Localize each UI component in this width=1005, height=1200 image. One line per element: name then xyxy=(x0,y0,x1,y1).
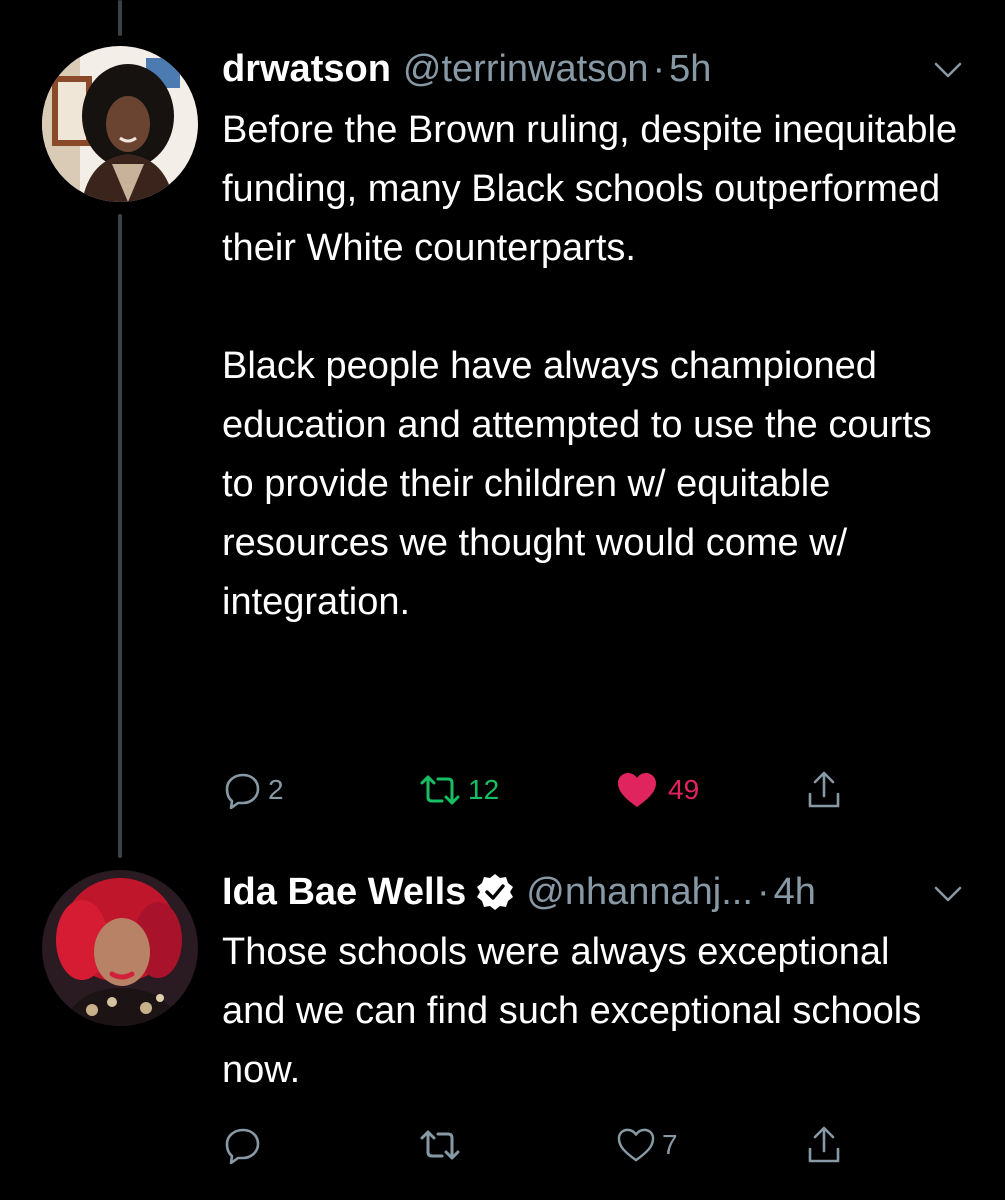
author-handle[interactable]: @terrinwatson xyxy=(403,46,649,92)
separator-dot: · xyxy=(652,48,666,90)
reply-button[interactable] xyxy=(224,1120,268,1170)
tweet-paragraph: Those schools were always exceptional an… xyxy=(222,931,922,1091)
verified-badge-icon xyxy=(477,874,514,910)
author-name[interactable]: drwatson xyxy=(222,46,391,92)
like-icon xyxy=(618,773,656,807)
tweet-paragraph: Black people have always championed educ… xyxy=(222,345,932,623)
separator-dot: · xyxy=(756,871,770,913)
avatar[interactable] xyxy=(42,870,198,1026)
tweet-header: Ida Bae Wells @nhannahj... · 4h xyxy=(222,869,816,915)
reply-button[interactable]: 2 xyxy=(224,765,284,815)
like-button[interactable]: 7 xyxy=(616,1120,678,1170)
caret-down-icon[interactable] xyxy=(933,60,963,80)
reply-icon xyxy=(225,773,260,809)
retweet-button[interactable]: 12 xyxy=(418,765,499,815)
reply-count: 2 xyxy=(268,774,284,805)
retweet-icon xyxy=(420,1130,460,1160)
author-name[interactable]: Ida Bae Wells xyxy=(222,869,466,915)
tweet-actions: 2 12 49 xyxy=(222,765,922,815)
tweet-header: drwatson @terrinwatson · 5h xyxy=(222,46,711,92)
share-icon xyxy=(808,1126,840,1163)
author-handle[interactable]: @nhannahj... xyxy=(526,869,753,915)
caret-down-icon[interactable] xyxy=(933,884,963,904)
share-button[interactable] xyxy=(806,1120,842,1170)
tweet-actions: 7 xyxy=(222,1120,922,1170)
thread-line-connector xyxy=(118,214,122,858)
tweet-text: Before the Brown ruling, despite inequit… xyxy=(222,101,962,632)
tweet-paragraph: Before the Brown ruling, despite inequit… xyxy=(222,109,958,269)
like-count: 49 xyxy=(668,774,700,805)
like-button[interactable]: 49 xyxy=(616,765,699,815)
like-count: 7 xyxy=(662,1129,678,1160)
timestamp[interactable]: 4h xyxy=(774,869,816,915)
reply-icon xyxy=(225,1128,260,1164)
like-icon xyxy=(617,1128,655,1162)
share-button[interactable] xyxy=(806,765,842,815)
retweet-icon xyxy=(420,775,460,805)
share-icon xyxy=(808,771,840,808)
avatar[interactable] xyxy=(42,46,198,202)
tweet-text: Those schools were always exceptional an… xyxy=(222,923,962,1100)
retweet-button[interactable] xyxy=(418,1120,468,1170)
retweet-count: 12 xyxy=(468,774,500,805)
thread-line-top xyxy=(118,0,122,36)
timestamp[interactable]: 5h xyxy=(669,46,711,92)
